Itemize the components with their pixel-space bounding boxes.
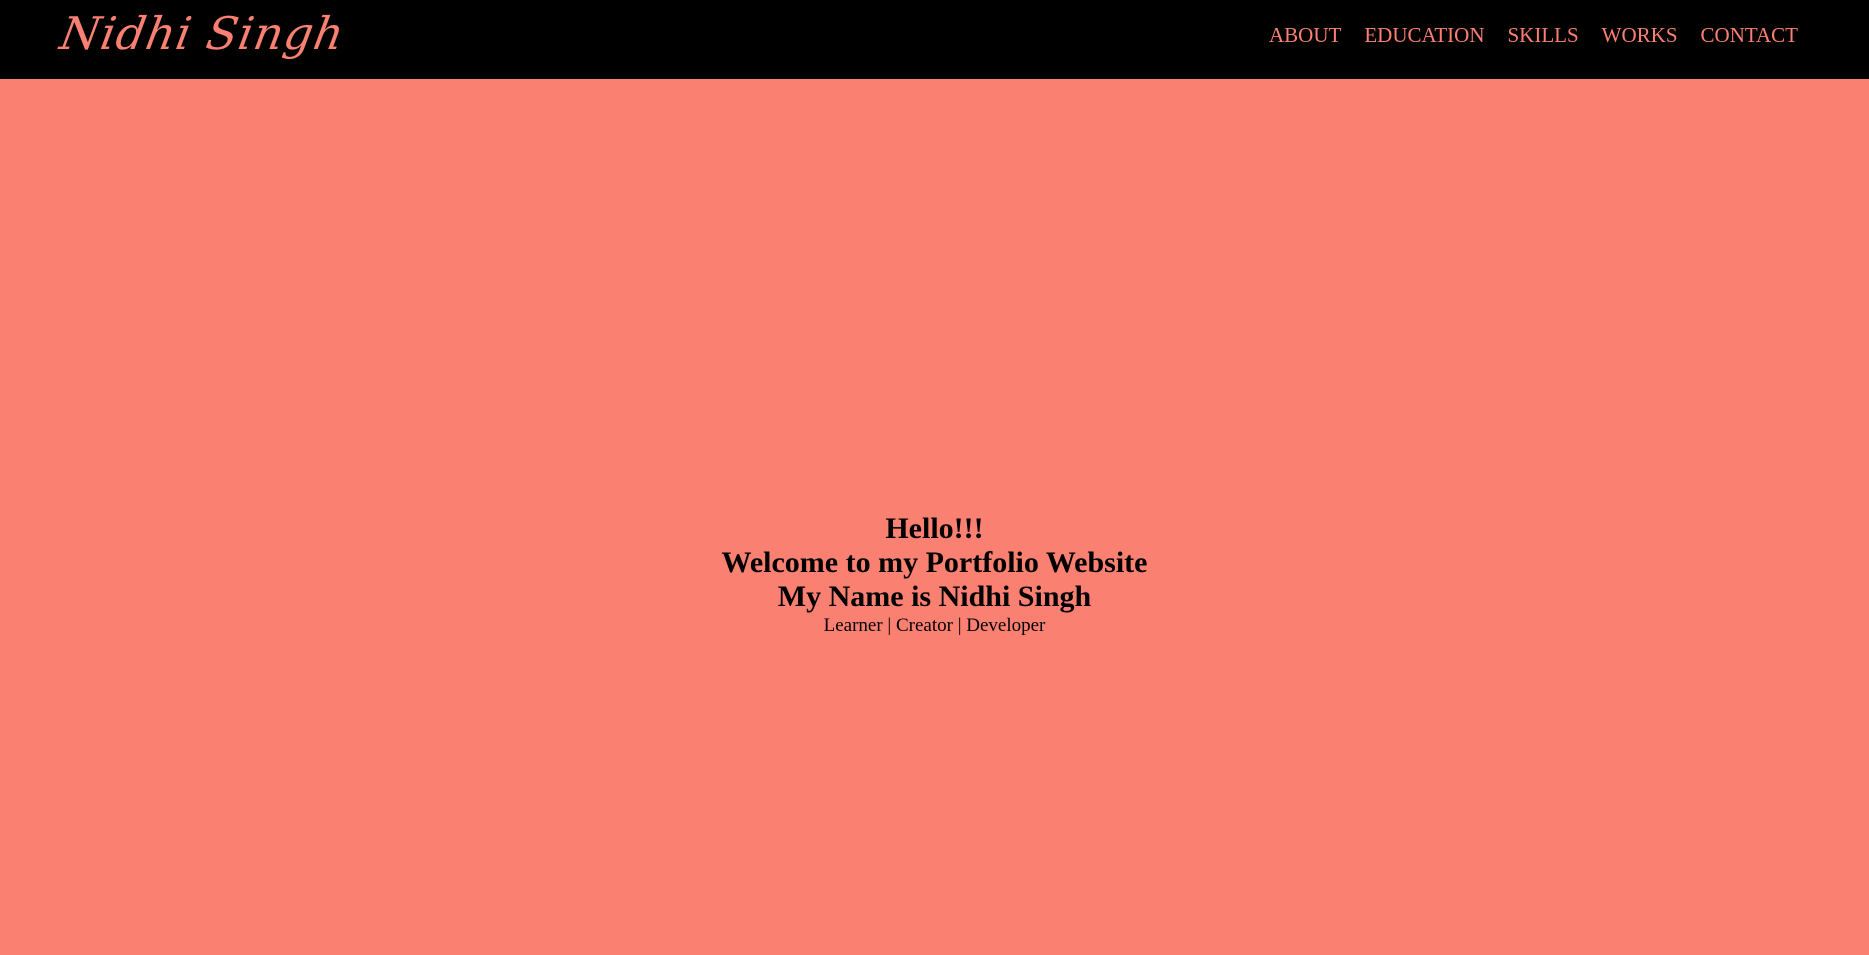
site-logo[interactable]: Nidhi Singh [55,1,350,65]
main-navigation: ABOUT EDUCATION SKILLS WORKS CONTACT [1269,19,1798,51]
hero-name-heading: My Name is Nidhi Singh [777,580,1092,613]
hero-welcome-heading: Welcome to my Portfolio Website [721,546,1148,579]
hero-roles-subtitle: Learner | Creator | Developer [823,615,1046,636]
nav-link-skills[interactable]: SKILLS [1507,19,1578,51]
nav-link-about[interactable]: ABOUT [1269,19,1341,51]
hero-greeting: Hello!!! [885,512,984,545]
nav-link-contact[interactable]: CONTACT [1701,19,1798,51]
site-header: Nidhi Singh ABOUT EDUCATION SKILLS WORKS… [0,0,1869,79]
hero-section: Hello!!! Welcome to my Portfolio Website… [0,512,1869,638]
nav-link-education[interactable]: EDUCATION [1364,19,1484,51]
nav-link-works[interactable]: WORKS [1602,19,1678,51]
